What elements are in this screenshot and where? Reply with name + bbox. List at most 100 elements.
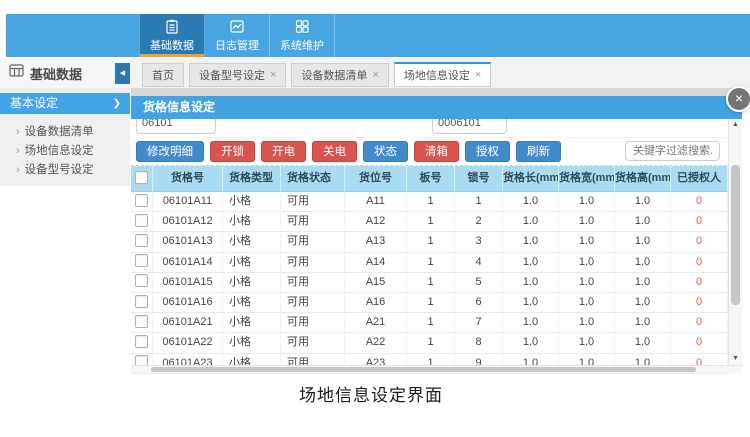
toolbar-button[interactable]: 开电 xyxy=(261,141,306,162)
table-row[interactable]: 06101A13小格可用A13131.01.01.00 xyxy=(131,232,728,252)
table-cell: 1.0 xyxy=(559,232,615,251)
table-cell: 1 xyxy=(407,232,455,251)
nav-item-label: 日志管理 xyxy=(215,37,259,53)
table-cell: 06101A11 xyxy=(153,192,223,211)
select-all-checkbox[interactable] xyxy=(135,171,148,184)
sidebar-menu-item[interactable]: ›设备数据清单 xyxy=(0,123,130,142)
horizontal-scrollbar[interactable] xyxy=(131,365,742,373)
tab[interactable]: 设备型号设定× xyxy=(189,63,286,87)
sidebar-collapse-icon[interactable]: ◀ xyxy=(115,63,130,84)
nav-item-label: 基础数据 xyxy=(150,37,194,53)
tab-close-icon[interactable]: × xyxy=(475,69,481,81)
section-label: 基本设定 xyxy=(10,96,58,110)
table-cell: 1.0 xyxy=(559,192,615,211)
table-cell: 小格 xyxy=(223,293,281,312)
table-cell: A11 xyxy=(345,192,407,211)
row-checkbox[interactable] xyxy=(135,254,148,267)
table-cell: 06101A13 xyxy=(153,232,223,251)
column-header: 货格类型 xyxy=(223,166,281,191)
table-cell: A14 xyxy=(345,253,407,272)
tab-close-icon[interactable]: × xyxy=(372,69,378,81)
submenu-arrow-icon: › xyxy=(16,164,20,176)
close-icon[interactable]: × xyxy=(726,86,750,112)
row-checkbox-cell xyxy=(131,333,153,352)
nav-item-log-management[interactable]: 日志管理 xyxy=(205,14,270,57)
table-cell: 06101A12 xyxy=(153,212,223,231)
toolbar-button[interactable]: 开锁 xyxy=(210,141,255,162)
table-cell: A12 xyxy=(345,212,407,231)
sidebar-section-basic-settings[interactable]: 基本设定 ❯ xyxy=(0,93,130,114)
table-row[interactable]: 06101A12小格可用A12121.01.01.00 xyxy=(131,212,728,232)
table-cell: 1.0 xyxy=(559,333,615,352)
table-cell: 06101A16 xyxy=(153,293,223,312)
table-cell: 1 xyxy=(407,192,455,211)
sidebar-menu-item[interactable]: ›场地信息设定 xyxy=(0,142,130,161)
grid-icon xyxy=(294,19,310,34)
table-cell: 1.0 xyxy=(503,273,559,292)
row-checkbox[interactable] xyxy=(135,214,148,227)
scroll-up-icon[interactable]: ▲ xyxy=(729,119,742,131)
toolbar-button[interactable]: 刷新 xyxy=(516,141,561,162)
tab[interactable]: 首页 xyxy=(142,63,184,87)
clipboard-icon xyxy=(164,19,180,34)
vertical-scrollbar[interactable]: ▲ ▼ xyxy=(728,119,742,365)
row-checkbox[interactable] xyxy=(135,234,148,247)
keyword-filter-search-input[interactable] xyxy=(625,141,720,161)
toolbar-button[interactable]: 清箱 xyxy=(414,141,459,162)
toolbar: 修改明细开锁开电关电状态清箱授权刷新 xyxy=(131,138,742,166)
row-checkbox[interactable] xyxy=(135,295,148,308)
table-cell: 可用 xyxy=(281,253,345,272)
table-cell: 1 xyxy=(455,192,503,211)
toolbar-button[interactable]: 关电 xyxy=(312,141,357,162)
table-row[interactable]: 06101A22小格可用A22181.01.01.00 xyxy=(131,333,728,353)
table-header-row: 货格号货格类型货格状态货位号板号锁号货格长(mm)货格宽(mm)货格高(mm)已… xyxy=(131,166,728,192)
table-row[interactable]: 06101A16小格可用A16161.01.01.00 xyxy=(131,293,728,313)
table-cell: 0 xyxy=(671,192,728,211)
table-row[interactable]: 06101A15小格可用A15151.01.01.00 xyxy=(131,273,728,293)
sidebar-menu-item[interactable]: ›设备型号设定 xyxy=(0,161,130,180)
toolbar-buttons: 修改明细开锁开电关电状态清箱授权刷新 xyxy=(136,141,567,158)
log-chart-icon xyxy=(229,19,245,34)
row-checkbox[interactable] xyxy=(135,315,148,328)
row-checkbox-cell xyxy=(131,313,153,332)
tab[interactable]: 场地信息设定× xyxy=(394,62,491,87)
vertical-scroll-thumb[interactable] xyxy=(731,165,740,305)
table-cell: 小格 xyxy=(223,313,281,332)
column-header: 已授权人 xyxy=(671,166,728,191)
table-cell: 4 xyxy=(455,253,503,272)
table-cell: 5 xyxy=(455,273,503,292)
table-cell: 1.0 xyxy=(503,333,559,352)
toolbar-button[interactable]: 授权 xyxy=(465,141,510,162)
horizontal-scroll-thumb[interactable] xyxy=(151,367,696,372)
table-cell: 0 xyxy=(671,253,728,272)
table-cell: 06101A15 xyxy=(153,273,223,292)
toolbar-button[interactable]: 状态 xyxy=(363,141,408,162)
table-cell: 06101A22 xyxy=(153,333,223,352)
nav-item-label: 系统维护 xyxy=(280,37,324,53)
table-row[interactable]: 06101A21小格可用A21171.01.01.00 xyxy=(131,313,728,333)
table-row[interactable]: 06101A14小格可用A14141.01.01.00 xyxy=(131,253,728,273)
toolbar-button[interactable]: 修改明细 xyxy=(136,141,204,162)
row-checkbox[interactable] xyxy=(135,335,148,348)
table-cell: 06101A14 xyxy=(153,253,223,272)
row-checkbox[interactable] xyxy=(135,194,148,207)
table-cell: 1.0 xyxy=(615,333,671,352)
table-row[interactable]: 06101A11小格可用A11111.01.01.00 xyxy=(131,192,728,212)
column-header: 锁号 xyxy=(455,166,503,191)
table-cell: 小格 xyxy=(223,212,281,231)
table-cell: 1.0 xyxy=(615,232,671,251)
site-code-input[interactable] xyxy=(432,119,507,134)
device-code-input[interactable] xyxy=(136,119,216,134)
tab[interactable]: 设备数据清单× xyxy=(291,63,388,87)
sidebar-header: 基础数据 ◀ xyxy=(0,58,130,89)
tab-close-icon[interactable]: × xyxy=(270,69,276,81)
row-checkbox[interactable] xyxy=(135,274,148,287)
table-cell: 1.0 xyxy=(559,313,615,332)
scroll-down-icon[interactable]: ▼ xyxy=(729,353,742,365)
table-cell: 可用 xyxy=(281,273,345,292)
column-header: 货格长(mm) xyxy=(503,166,559,191)
table-cell: 0 xyxy=(671,333,728,352)
nav-item-system-maintenance[interactable]: 系统维护 xyxy=(270,14,335,57)
filter-inputs-row xyxy=(131,119,742,138)
nav-item-basic-data[interactable]: 基础数据 xyxy=(139,14,205,57)
